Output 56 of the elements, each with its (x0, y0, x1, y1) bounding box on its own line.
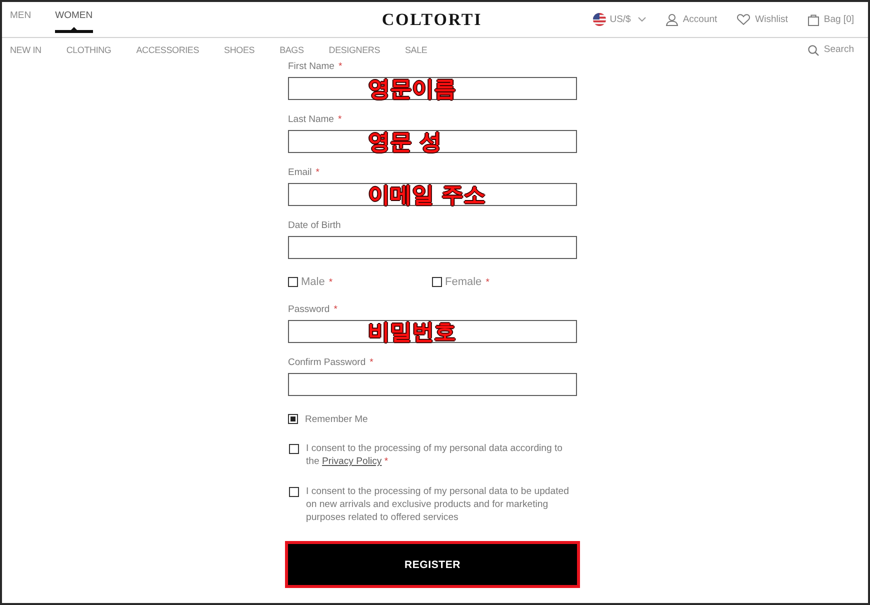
nav-link[interactable]: BAGS (280, 44, 304, 56)
field-label: First Name (288, 61, 334, 72)
input-field[interactable] (288, 130, 577, 153)
checkbox-label: Remember Me (305, 414, 368, 424)
register-button[interactable]: REGISTER (285, 541, 580, 588)
input-field[interactable] (288, 183, 577, 206)
checkbox[interactable] (432, 277, 442, 287)
field-label: Password (288, 304, 330, 315)
option-label: Female (445, 276, 482, 288)
flag-icon (592, 13, 606, 26)
required-mark: * (370, 357, 374, 368)
user-icon (666, 14, 678, 26)
checkbox[interactable] (288, 414, 298, 424)
input-field[interactable] (288, 373, 577, 396)
search-link[interactable]: Search (808, 43, 854, 57)
policy-link[interactable]: Privacy Policy (322, 456, 382, 467)
annotation-text: 비밀번호 (368, 320, 456, 345)
option-label: Male (301, 276, 325, 288)
gender-tab[interactable]: MEN (10, 2, 32, 33)
required-mark: * (334, 304, 338, 315)
bag-link[interactable]: Bag [0] (808, 12, 854, 26)
nav-link[interactable]: SALE (405, 44, 428, 56)
wishlist-link[interactable]: Wishlist (737, 12, 788, 26)
heart-icon (737, 14, 750, 25)
consent-text: I consent to the processing of my personal data to be updated on new arrivals and exclusive products and for marketing purposes related to offered services (306, 485, 569, 524)
shopping-bag-icon (808, 14, 819, 26)
field-label: Confirm Password (288, 357, 366, 368)
annotation-text: 이메일 주소 (368, 183, 486, 208)
search-icon (808, 44, 819, 56)
checkbox[interactable] (288, 277, 298, 287)
required-mark: * (328, 276, 333, 288)
checkbox[interactable] (289, 487, 299, 497)
nav-link[interactable]: NEW IN (10, 44, 42, 56)
logo[interactable]: COLTORTI (382, 10, 482, 30)
annotation-text: 영문 성 (368, 130, 442, 155)
gender-tab[interactable]: WOMEN (55, 2, 93, 33)
required-mark: * (338, 61, 342, 72)
nav-link[interactable]: CLOTHING (66, 44, 112, 56)
chevron-down-icon (638, 17, 646, 22)
required-mark: * (316, 167, 320, 178)
consent-text: I consent to the processing of my personal data according to the Privacy Policy * (306, 442, 564, 468)
annotation-text: 영문이름 (368, 77, 456, 102)
nav-link[interactable]: DESIGNERS (328, 44, 380, 56)
checkbox[interactable] (289, 444, 299, 454)
required-mark: * (338, 114, 342, 125)
field-label: Last Name (288, 114, 334, 125)
account-link[interactable]: Account (666, 12, 718, 26)
nav-link[interactable]: ACCESSORIES (136, 44, 200, 56)
required-mark: * (486, 276, 490, 288)
currency-selector[interactable]: US/$ (592, 12, 646, 26)
input-field[interactable] (288, 320, 577, 343)
field-label: Email (288, 167, 312, 178)
input-field[interactable] (288, 77, 577, 100)
nav-link[interactable]: SHOES (224, 44, 255, 56)
field-label: Date of Birth (288, 220, 341, 231)
input-field[interactable] (288, 236, 577, 259)
